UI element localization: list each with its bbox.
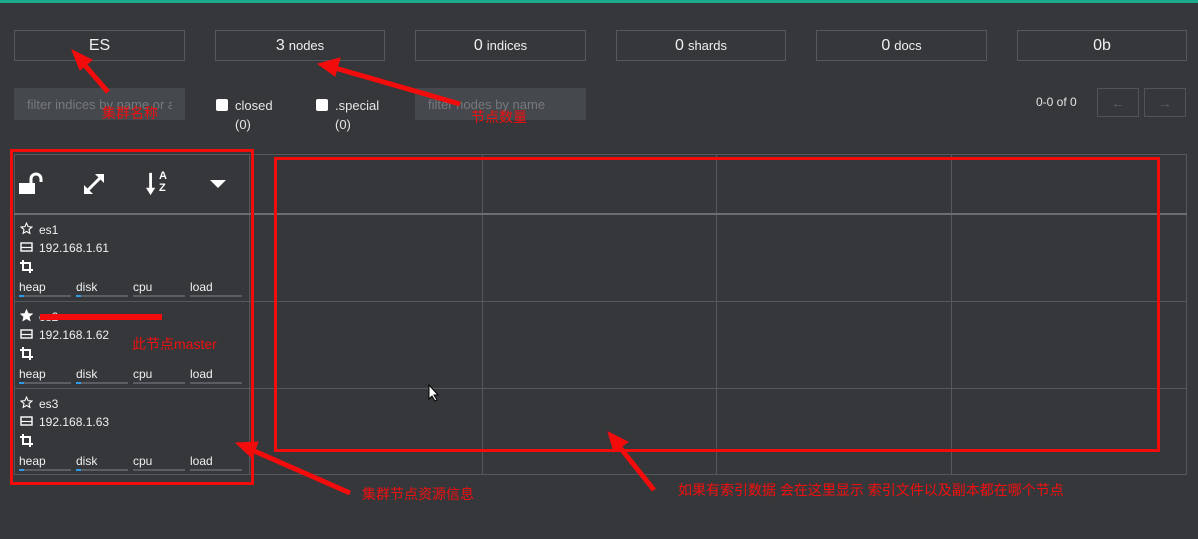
arrow-right-icon: → <box>1158 94 1172 111</box>
annotation-cluster-name: 集群名称 <box>102 105 158 121</box>
index-area-highlight <box>274 157 1160 452</box>
docs-count: 0 <box>881 36 891 54</box>
special-count: (0) <box>335 117 351 132</box>
indices-count-box: 0 indices <box>415 30 586 61</box>
node-panel-highlight <box>10 149 254 485</box>
closed-checkbox[interactable]: closed (0) <box>216 96 273 134</box>
next-page-button[interactable]: → <box>1144 88 1186 117</box>
closed-checkbox-box[interactable] <box>216 99 228 111</box>
nodes-count: 3 <box>275 36 285 54</box>
closed-count: (0) <box>235 117 251 132</box>
nodes-count-box: 3 nodes <box>215 30 385 61</box>
docs-unit: docs <box>894 38 922 53</box>
prev-page-button[interactable]: ← <box>1097 88 1139 117</box>
indices-unit: indices <box>486 38 528 53</box>
special-label: .special <box>335 98 380 113</box>
docs-count-box: 0 docs <box>816 30 987 61</box>
annotation-master: 此节点master <box>132 336 217 352</box>
nodes-unit: nodes <box>288 38 325 53</box>
annotation-node-resources: 集群节点资源信息 <box>362 486 474 502</box>
shards-count-box: 0 shards <box>616 30 786 61</box>
annotation-index-area: 如果有索引数据 会在这里显示 索引文件以及副本都在哪个节点 <box>678 482 1064 498</box>
closed-label: closed <box>235 98 273 113</box>
arrow-left-icon: ← <box>1111 94 1125 111</box>
indices-count: 0 <box>473 36 483 54</box>
annotation-node-count: 节点数量 <box>471 109 527 125</box>
total-size: 0b <box>1093 36 1111 54</box>
pager-range: 0-0 of 0 <box>1036 95 1077 109</box>
special-checkbox[interactable]: .special (0) <box>316 96 379 134</box>
shards-unit: shards <box>687 38 727 53</box>
cluster-name: ES <box>88 36 111 54</box>
cluster-name-box: ES <box>14 30 185 61</box>
shards-count: 0 <box>675 36 684 54</box>
top-accent-bar <box>0 0 1198 3</box>
filter-indices-input[interactable] <box>14 88 185 120</box>
size-box: 0b <box>1017 30 1187 61</box>
special-checkbox-box[interactable] <box>316 99 328 111</box>
